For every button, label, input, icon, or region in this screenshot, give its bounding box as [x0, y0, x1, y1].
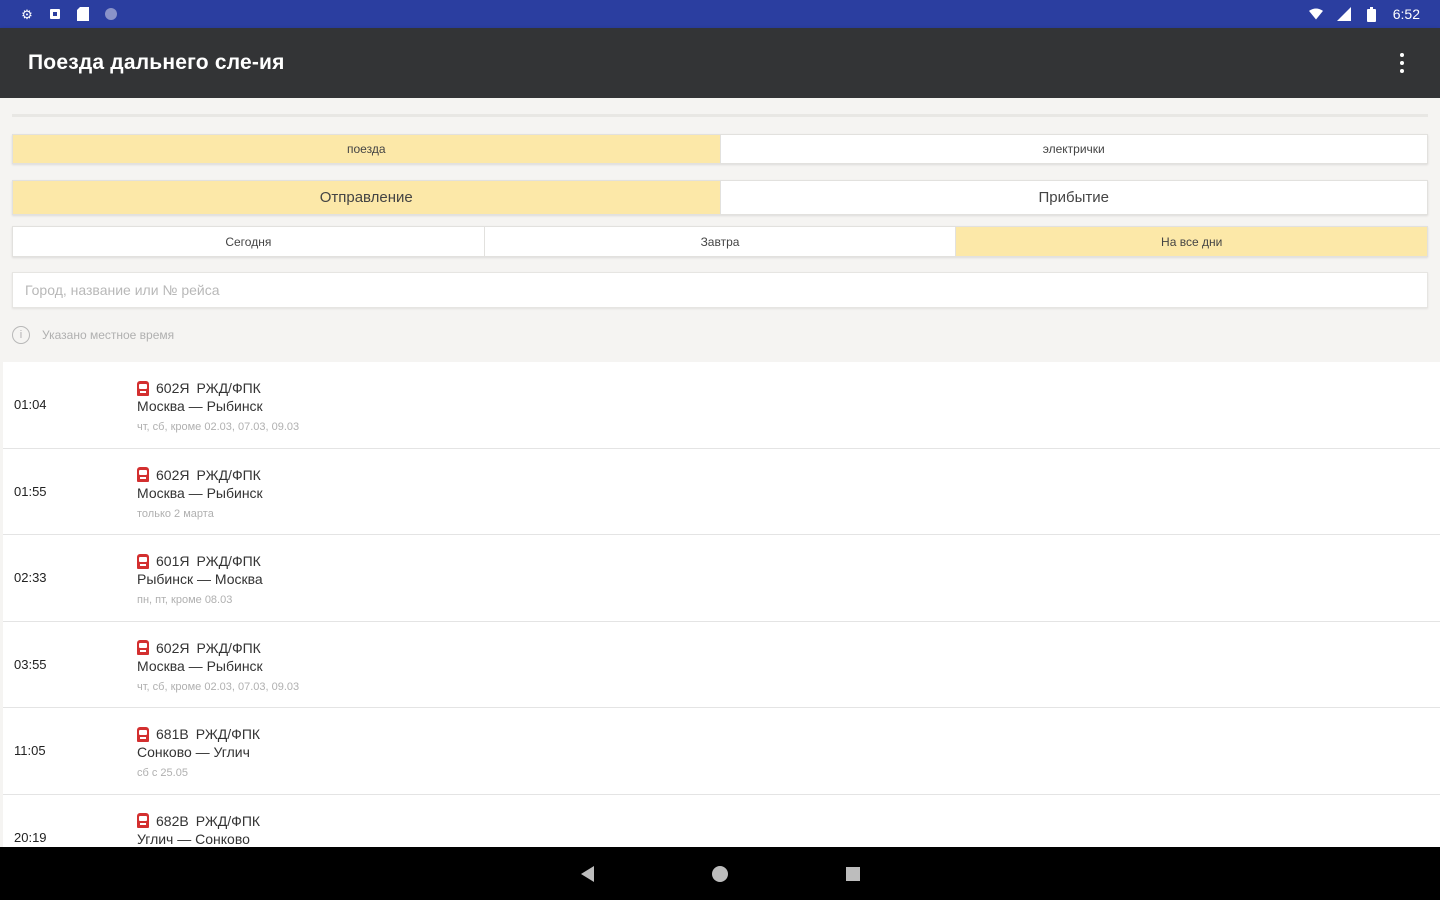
train-info: 681В РЖД/ФПК Сонково — Углич сб с 25.05	[137, 725, 260, 779]
direction-selector: Отправление Прибытие	[12, 180, 1428, 215]
tab-arrival[interactable]: Прибытие	[721, 181, 1428, 214]
train-number: 602Я	[156, 466, 190, 483]
tab-today[interactable]: Сегодня	[13, 227, 485, 256]
train-carrier: РЖД/ФПК	[196, 380, 261, 396]
signal-icon	[1336, 7, 1351, 21]
train-route: Москва — Рыбинск	[137, 657, 263, 674]
train-header: 681В РЖД/ФПК	[137, 725, 260, 743]
train-info: 601Я РЖД/ФПК Рыбинск — Москва пн, пт, кр…	[137, 552, 263, 606]
local-time-note: i Указано местное время	[12, 326, 174, 344]
list-item[interactable]: 01:04 602Я РЖД/ФПК Москва — Рыбинск чт, …	[3, 362, 1440, 449]
transport-type-selector: поезда электрички	[12, 134, 1428, 164]
departure-time: 03:55	[14, 656, 47, 672]
train-header: 602Я РЖД/ФПК	[137, 379, 299, 397]
train-icon	[137, 380, 149, 396]
train-header: 682В РЖД/ФПК	[137, 812, 260, 830]
train-header: 602Я РЖД/ФПК	[137, 639, 299, 657]
departure-time: 02:33	[14, 570, 47, 585]
train-carrier: РЖД/ФПК	[196, 553, 261, 569]
train-days: чт, сб, кроме 02.03, 07.03, 09.03	[137, 680, 300, 693]
page-title: Поезда дальнего сле-ия	[28, 51, 285, 74]
train-info: 602Я РЖД/ФПК Москва — Рыбинск чт, сб, кр…	[137, 379, 299, 433]
train-icon	[137, 553, 149, 569]
train-route: Сонково — Углич	[137, 744, 250, 760]
train-icon	[137, 726, 149, 742]
train-info: 682В РЖД/ФПК Углич — Сонково	[137, 812, 260, 848]
overflow-menu-icon[interactable]	[1390, 43, 1414, 83]
divider	[12, 114, 1428, 117]
train-days: пн, пт, кроме 08.03	[137, 594, 233, 606]
train-icon	[137, 640, 149, 655]
departure-time: 01:04	[14, 397, 47, 412]
list-item[interactable]: 02:33 601Я РЖД/ФПК Рыбинск — Москва пн, …	[3, 535, 1440, 622]
app-bar: Поезда дальнего сле-ия	[0, 28, 1440, 98]
train-info: 602Я РЖД/ФПК Москва — Рыбинск только 2 м…	[137, 466, 263, 520]
train-route: Рыбинск — Москва	[137, 571, 263, 587]
notification-icon	[48, 7, 62, 21]
train-number: 681В	[156, 726, 189, 742]
search-box	[12, 272, 1428, 308]
train-carrier: РЖД/ФПК	[195, 726, 261, 742]
settings-icon: ⚙	[21, 6, 33, 22]
train-icon	[137, 467, 149, 482]
train-route: Углич — Сонково	[137, 830, 250, 847]
status-bar: ⚙ 6:52	[0, 0, 1440, 28]
train-carrier: РЖД/ФПК	[196, 466, 261, 483]
recents-icon[interactable]	[845, 866, 860, 881]
back-icon[interactable]	[580, 865, 594, 882]
list-item[interactable]: 01:55 602Я РЖД/ФПК Москва — Рыбинск толь…	[3, 448, 1440, 535]
tab-tomorrow[interactable]: Завтра	[485, 227, 957, 256]
tab-trains[interactable]: поезда	[13, 135, 721, 163]
train-header: 601Я РЖД/ФПК	[137, 552, 263, 570]
local-time-note-text: Указано местное время	[42, 328, 175, 342]
search-input[interactable]	[13, 273, 1427, 307]
train-days: только 2 марта	[137, 507, 214, 520]
train-days: сб с 25.05	[137, 767, 188, 779]
list-item[interactable]: 11:05 681В РЖД/ФПК Сонково — Углич сб с …	[3, 708, 1440, 795]
battery-icon	[1365, 6, 1379, 22]
info-icon: i	[12, 326, 30, 344]
train-route: Москва — Рыбинск	[137, 484, 263, 501]
day-selector: Сегодня Завтра На все дни	[12, 226, 1428, 257]
train-number: 682В	[156, 812, 189, 829]
status-bar-notifications: ⚙	[20, 7, 118, 21]
train-number: 602Я	[156, 639, 190, 656]
status-bar-system: 6:52	[1308, 6, 1420, 22]
train-header: 602Я РЖД/ФПК	[137, 466, 263, 484]
filter-panel: поезда электрички Отправление Прибытие С…	[0, 98, 1440, 362]
train-list: 01:04 602Я РЖД/ФПК Москва — Рыбинск чт, …	[3, 362, 1440, 847]
home-icon[interactable]	[711, 865, 728, 882]
departure-time: 20:19	[14, 829, 47, 845]
tab-all-days[interactable]: На все дни	[956, 227, 1428, 256]
list-item[interactable]: 03:55 602Я РЖД/ФПК Москва — Рыбинск чт, …	[3, 621, 1440, 708]
train-route: Москва — Рыбинск	[137, 398, 263, 414]
tab-departure[interactable]: Отправление	[13, 181, 721, 214]
sd-card-icon	[76, 7, 90, 21]
train-icon	[137, 813, 149, 828]
list-item[interactable]: 20:19 682В РЖД/ФПК Углич — Сонково	[3, 794, 1440, 848]
departure-time: 01:55	[14, 483, 47, 499]
navigation-bar	[0, 847, 1440, 900]
departure-time: 11:05	[14, 743, 46, 758]
circle-app-icon	[104, 7, 118, 21]
train-info: 602Я РЖД/ФПК Москва — Рыбинск чт, сб, кр…	[137, 639, 299, 693]
train-carrier: РЖД/ФПК	[195, 812, 261, 829]
train-days: чт, сб, кроме 02.03, 07.03, 09.03	[137, 421, 300, 433]
wifi-icon	[1308, 7, 1323, 21]
train-number: 601Я	[156, 553, 190, 569]
train-carrier: РЖД/ФПК	[196, 639, 261, 656]
train-number: 602Я	[156, 380, 190, 396]
tab-suburban-trains[interactable]: электрички	[721, 135, 1428, 163]
status-time: 6:52	[1392, 6, 1420, 22]
